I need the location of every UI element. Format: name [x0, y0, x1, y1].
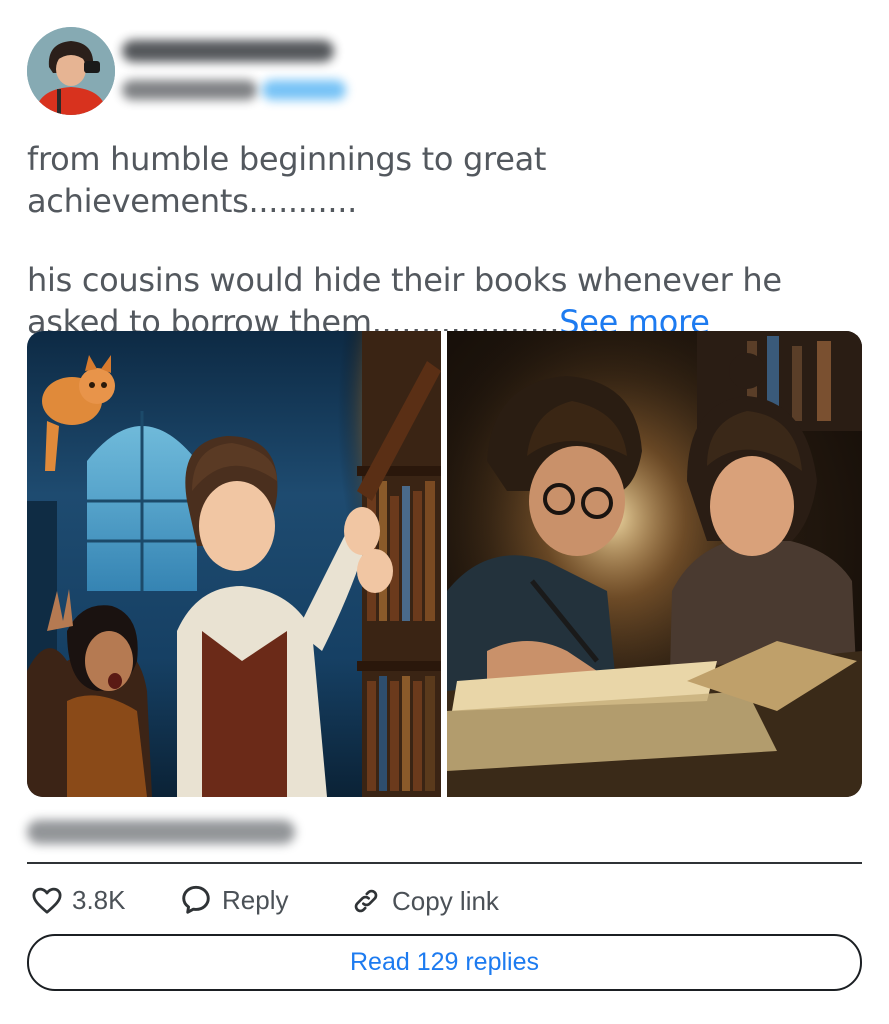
- action-bar: 3.8K Reply Copy link: [0, 881, 889, 921]
- follow-link-redacted[interactable]: [262, 80, 346, 100]
- study-scene-illustration: [447, 331, 862, 797]
- library-scene-illustration: [27, 331, 441, 797]
- author-handle-redacted[interactable]: [122, 80, 257, 100]
- copy-link-button[interactable]: Copy link: [350, 885, 499, 917]
- author-name-redacted[interactable]: [122, 40, 334, 62]
- read-replies-button[interactable]: Read 129 replies: [27, 934, 862, 991]
- post-body: from humble beginnings to great achievem…: [27, 138, 867, 343]
- avatar-illustration: [27, 27, 115, 115]
- media-image-library-boy[interactable]: [27, 331, 441, 797]
- post-paragraph-1: from humble beginnings to great achievem…: [27, 140, 547, 220]
- like-count: 3.8K: [72, 885, 126, 915]
- reply-label: Reply: [222, 884, 289, 915]
- media-grid: [27, 331, 862, 797]
- read-replies-label: Read 129 replies: [349, 948, 539, 976]
- media-image-students-studying[interactable]: [447, 331, 862, 797]
- like-button[interactable]: 3.8K: [32, 885, 126, 916]
- reply-button[interactable]: Reply: [180, 884, 288, 916]
- heart-icon: [32, 887, 62, 914]
- divider: [27, 862, 862, 864]
- avatar[interactable]: [27, 27, 115, 115]
- timestamp-redacted: [27, 820, 295, 844]
- copy-link-label: Copy link: [392, 885, 499, 916]
- link-icon: [354, 889, 378, 913]
- speech-bubble-icon: [182, 885, 210, 914]
